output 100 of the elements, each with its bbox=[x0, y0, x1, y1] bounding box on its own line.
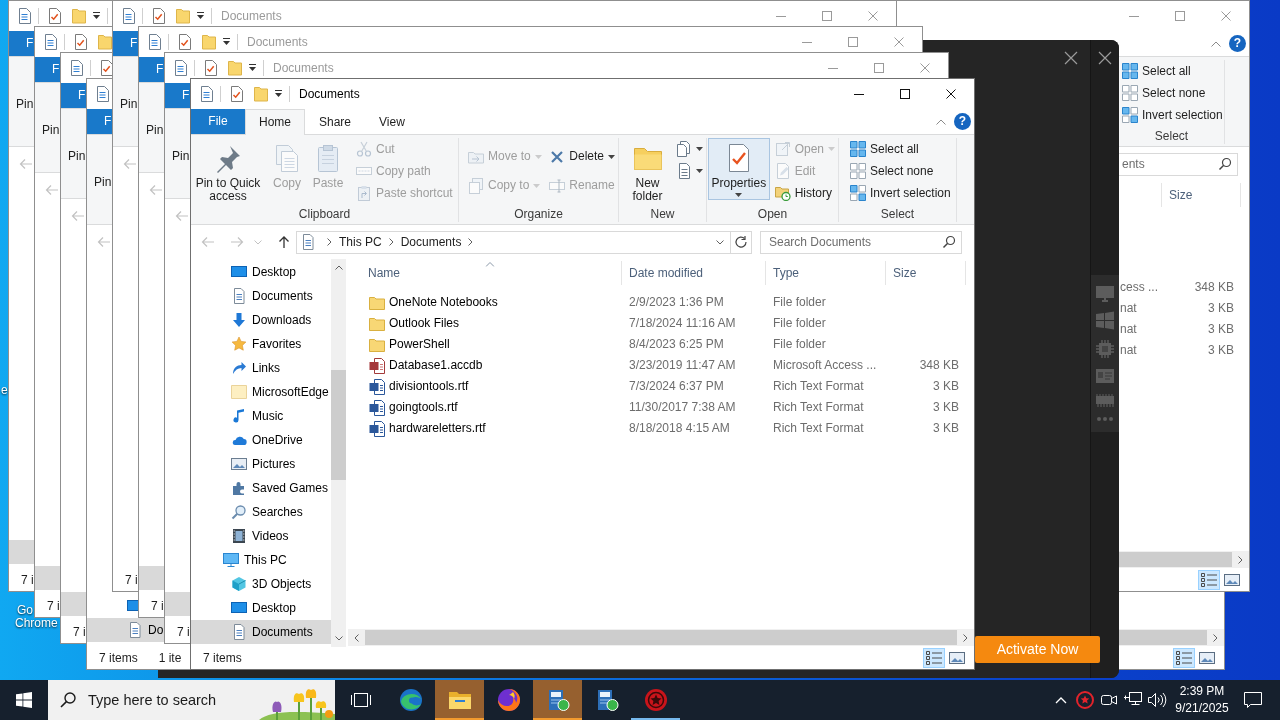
file-type: nat bbox=[1120, 301, 1137, 316]
chevron-down-icon bbox=[334, 636, 343, 641]
nav-item[interactable]: Desktop bbox=[191, 596, 331, 620]
nav-item[interactable]: Saved Games bbox=[191, 476, 331, 500]
address-bar[interactable]: This PC Documents bbox=[296, 230, 752, 254]
close-button[interactable] bbox=[1098, 51, 1112, 65]
column-header[interactable]: Date modified bbox=[622, 261, 766, 285]
ribbon-tab[interactable]: Home bbox=[245, 109, 305, 135]
modified-date: 7/18/2024 11:16 AM bbox=[628, 315, 737, 333]
screen-icon bbox=[231, 264, 247, 280]
file-tab[interactable]: F bbox=[87, 109, 113, 134]
id-card-icon[interactable] bbox=[1095, 367, 1115, 385]
file-row[interactable]: divisiontools.rtf 7/3/2024 6:37 PM Rich Text Format 3 KB bbox=[358, 376, 974, 397]
address-segment[interactable]: This PC bbox=[338, 234, 383, 250]
file-row[interactable]: hardwareletters.rtf 8/18/2018 4:15 AM Rich Text Format 3 KB bbox=[358, 418, 974, 439]
memory-icon[interactable] bbox=[1095, 393, 1115, 408]
file-tab[interactable]: F bbox=[113, 31, 139, 56]
pin-button[interactable]: Pin bbox=[16, 97, 34, 111]
pin-button[interactable]: Pin bbox=[172, 149, 190, 163]
checklist-icon bbox=[178, 34, 192, 50]
select-none-button[interactable]: Select none bbox=[847, 160, 954, 182]
nav-item[interactable]: Documents bbox=[191, 620, 331, 644]
file-tab[interactable]: F bbox=[9, 31, 35, 56]
status-text: 7 i bbox=[151, 598, 164, 614]
chip-icon[interactable] bbox=[1095, 339, 1115, 359]
picture-icon bbox=[1199, 652, 1215, 664]
file-row[interactable]: goingtools.rtf 11/30/2017 7:38 AM Rich Text Format 3 KB bbox=[358, 397, 974, 418]
file-tab[interactable]: File bbox=[191, 109, 245, 134]
properties-icon bbox=[200, 86, 214, 102]
file-tab[interactable]: F bbox=[165, 83, 191, 108]
nav-item[interactable]: Searches bbox=[191, 500, 331, 524]
nav-item[interactable]: This PC bbox=[191, 548, 331, 572]
pin-button[interactable]: Pin bbox=[42, 123, 60, 137]
nav-item[interactable]: Documents bbox=[191, 284, 331, 308]
scroll-thumb[interactable] bbox=[365, 630, 957, 645]
scroll-thumb[interactable] bbox=[1119, 630, 1207, 645]
pin-button[interactable]: Pin to Quick access bbox=[191, 138, 265, 206]
caret-icon bbox=[608, 154, 615, 159]
horizontal-scrollbar[interactable] bbox=[1119, 551, 1249, 568]
pin-button[interactable]: Pin bbox=[68, 149, 86, 163]
help-button[interactable]: ? bbox=[954, 113, 971, 130]
details-view-button[interactable] bbox=[1198, 570, 1220, 590]
file-tab[interactable]: F bbox=[35, 57, 61, 82]
pin-button[interactable]: Pin bbox=[146, 123, 164, 137]
column-header[interactable]: Size bbox=[1161, 183, 1241, 207]
file-row[interactable]: Outlook Files 7/18/2024 11:16 AM File folder bbox=[358, 313, 974, 334]
history-button[interactable]: History bbox=[771, 182, 838, 204]
horizontal-scrollbar[interactable] bbox=[348, 629, 974, 646]
nav-item[interactable]: Downloads bbox=[191, 308, 331, 332]
nav-item[interactable]: Music bbox=[191, 404, 331, 428]
file-row[interactable]: PowerShell 8/4/2023 6:25 PM File folder bbox=[358, 334, 974, 355]
nav-item[interactable]: OneDrive bbox=[191, 428, 331, 452]
column-header[interactable]: Name bbox=[358, 261, 622, 285]
pin-button[interactable]: Pin bbox=[120, 97, 138, 111]
vertical-scrollbar[interactable] bbox=[331, 259, 346, 647]
properties-button[interactable]: Properties bbox=[708, 138, 770, 200]
invert-selection-button[interactable]: Invert selection bbox=[1119, 104, 1226, 126]
nav-item[interactable]: MicrosoftEdge bbox=[191, 380, 331, 404]
monitor-icon[interactable] bbox=[1095, 285, 1115, 303]
close-icon bbox=[1064, 51, 1078, 65]
close-button[interactable] bbox=[1064, 51, 1078, 65]
nav-item[interactable]: Pictures bbox=[191, 452, 331, 476]
invert-selection-button[interactable]: Invert selection bbox=[847, 182, 954, 204]
column-header[interactable]: Type bbox=[766, 261, 886, 285]
file-tab[interactable]: F bbox=[139, 57, 165, 82]
nav-item[interactable]: Videos bbox=[191, 524, 331, 548]
horizontal-scrollbar[interactable] bbox=[1119, 629, 1224, 646]
search-field[interactable]: ents bbox=[1118, 152, 1238, 176]
search-field[interactable]: Type here to search bbox=[48, 680, 335, 720]
more-dots-icon[interactable] bbox=[1095, 416, 1115, 422]
clock-time[interactable]: 2:39 PM bbox=[1179, 683, 1225, 700]
help-button[interactable]: ? bbox=[1229, 35, 1246, 52]
ribbon-tab[interactable]: Share bbox=[305, 109, 366, 134]
scroll-thumb[interactable] bbox=[331, 370, 346, 480]
select-all-button[interactable]: Select all bbox=[847, 138, 954, 160]
delete-button[interactable]: Delete bbox=[546, 142, 618, 171]
window-panes-icon[interactable] bbox=[1095, 311, 1115, 331]
address-segment[interactable]: Documents bbox=[399, 234, 463, 250]
new-folder-button[interactable]: New folder bbox=[628, 138, 667, 206]
select-none-button[interactable]: Select none bbox=[1119, 82, 1226, 104]
file-tab[interactable]: F bbox=[61, 83, 87, 108]
ribbon-tab[interactable]: View bbox=[365, 109, 419, 134]
search-field[interactable]: Search Documents bbox=[760, 230, 962, 254]
nav-item[interactable]: Links bbox=[191, 356, 331, 380]
chevron-up-icon bbox=[1211, 40, 1221, 47]
column-header[interactable]: Size bbox=[886, 261, 966, 285]
file-size: 3 KB bbox=[1207, 321, 1235, 339]
file-row[interactable]: Database1.accdb 3/23/2019 11:47 AM Microsoft Access ... 348 KB bbox=[358, 355, 974, 376]
details-view-button[interactable] bbox=[923, 648, 945, 668]
pin-button[interactable]: Pin bbox=[94, 175, 112, 189]
nav-item[interactable]: Favorites bbox=[191, 332, 331, 356]
details-view-button[interactable] bbox=[1173, 648, 1195, 668]
checklist-icon bbox=[204, 60, 218, 76]
file-row[interactable]: OneNote Notebooks 2/9/2023 1:36 PM File folder bbox=[358, 292, 974, 313]
select-all-button[interactable]: Select all bbox=[1119, 60, 1226, 82]
scroll-thumb[interactable] bbox=[1119, 552, 1232, 567]
nav-item[interactable]: Do bbox=[87, 618, 164, 642]
nav-item[interactable]: Desktop bbox=[191, 260, 331, 284]
clock-date[interactable]: 9/21/2025 bbox=[1175, 700, 1229, 717]
nav-item[interactable]: 3D Objects bbox=[191, 572, 331, 596]
